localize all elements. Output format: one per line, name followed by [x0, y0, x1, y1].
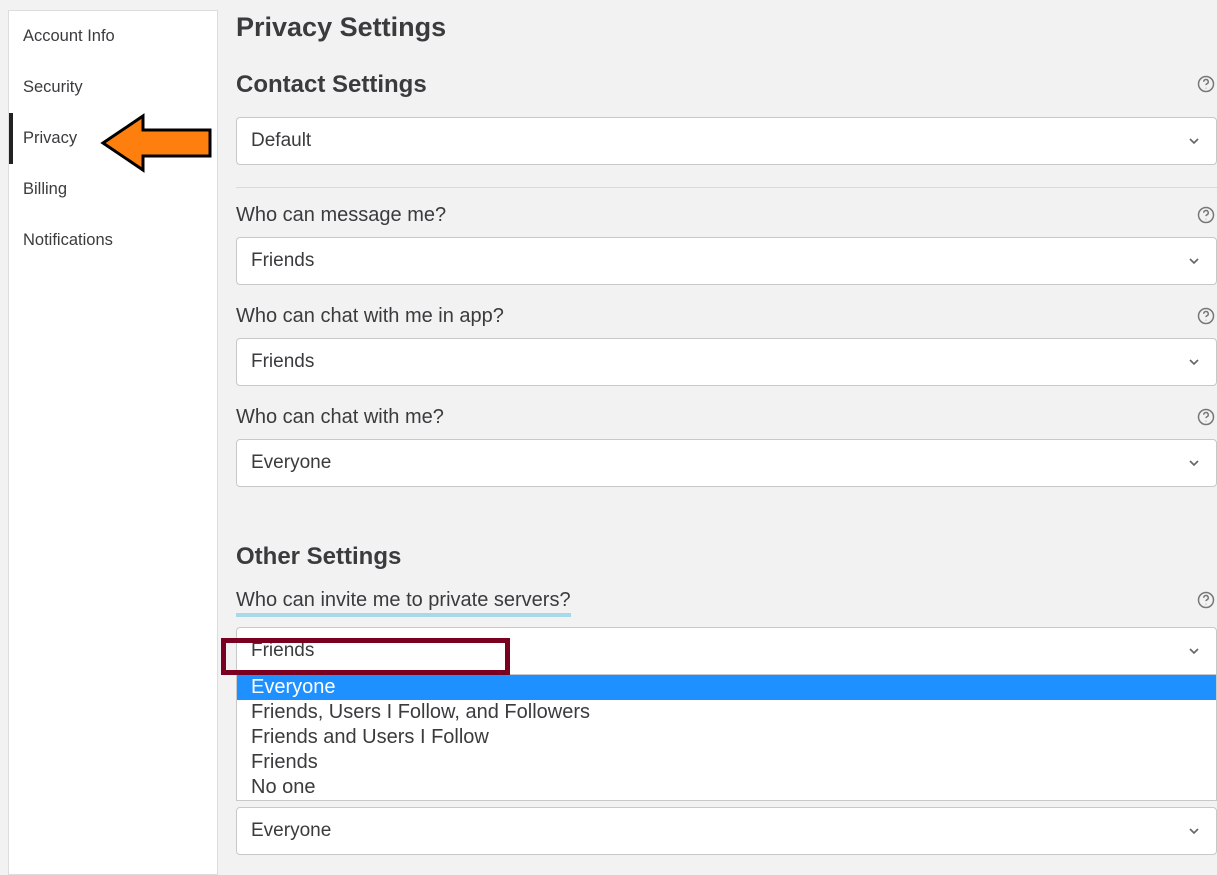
select-value: Friends	[251, 351, 314, 372]
settings-sidebar: Account Info Security Privacy Billing No…	[8, 10, 218, 875]
label-who-can-chat-in-app: Who can chat with me in app?	[236, 305, 504, 327]
sidebar-item-security[interactable]: Security	[9, 62, 217, 113]
select-value: Default	[251, 130, 311, 151]
label-who-can-invite-private: Who can invite me to private servers?	[236, 589, 571, 617]
dropdown-option-friends[interactable]: Friends	[237, 750, 1216, 775]
section-title-contact: Contact Settings	[236, 71, 1217, 99]
who-can-see-inventory-select[interactable]: Everyone	[236, 807, 1217, 855]
who-can-invite-private-select[interactable]: Friends	[236, 627, 1217, 675]
sidebar-item-notifications[interactable]: Notifications	[9, 215, 217, 266]
help-icon[interactable]	[1197, 307, 1215, 325]
select-value: Friends	[251, 640, 314, 661]
help-icon[interactable]	[1197, 591, 1215, 609]
dropdown-option-no-one[interactable]: No one	[237, 775, 1216, 800]
divider	[236, 187, 1217, 188]
chevron-down-icon	[1186, 823, 1202, 839]
chevron-down-icon	[1186, 133, 1202, 149]
chevron-down-icon	[1186, 455, 1202, 471]
label-who-can-message: Who can message me?	[236, 204, 446, 226]
sidebar-item-privacy[interactable]: Privacy	[9, 113, 217, 164]
section-title-other: Other Settings	[236, 543, 1217, 571]
contact-default-select[interactable]: Default	[236, 117, 1217, 165]
sidebar-item-billing[interactable]: Billing	[9, 164, 217, 215]
who-can-message-select[interactable]: Friends	[236, 237, 1217, 285]
select-value: Everyone	[251, 452, 331, 473]
select-value: Friends	[251, 250, 314, 271]
help-icon[interactable]	[1197, 408, 1215, 426]
dropdown-option-friends-and-follow[interactable]: Friends and Users I Follow	[237, 725, 1216, 750]
who-can-chat-select[interactable]: Everyone	[236, 439, 1217, 487]
sidebar-item-account-info[interactable]: Account Info	[9, 11, 217, 62]
chevron-down-icon	[1186, 643, 1202, 659]
chevron-down-icon	[1186, 354, 1202, 370]
chevron-down-icon	[1186, 253, 1202, 269]
dropdown-option-everyone[interactable]: Everyone	[237, 675, 1216, 700]
private-servers-dropdown: Everyone Friends, Users I Follow, and Fo…	[236, 675, 1217, 801]
page-title: Privacy Settings	[236, 12, 1217, 43]
dropdown-option-friends-follow-followers[interactable]: Friends, Users I Follow, and Followers	[237, 700, 1216, 725]
help-icon[interactable]	[1197, 206, 1215, 224]
who-can-chat-in-app-select[interactable]: Friends	[236, 338, 1217, 386]
help-icon[interactable]	[1197, 75, 1215, 93]
label-who-can-chat: Who can chat with me?	[236, 406, 444, 428]
main-content: Privacy Settings Contact Settings Defaul…	[218, 0, 1217, 875]
